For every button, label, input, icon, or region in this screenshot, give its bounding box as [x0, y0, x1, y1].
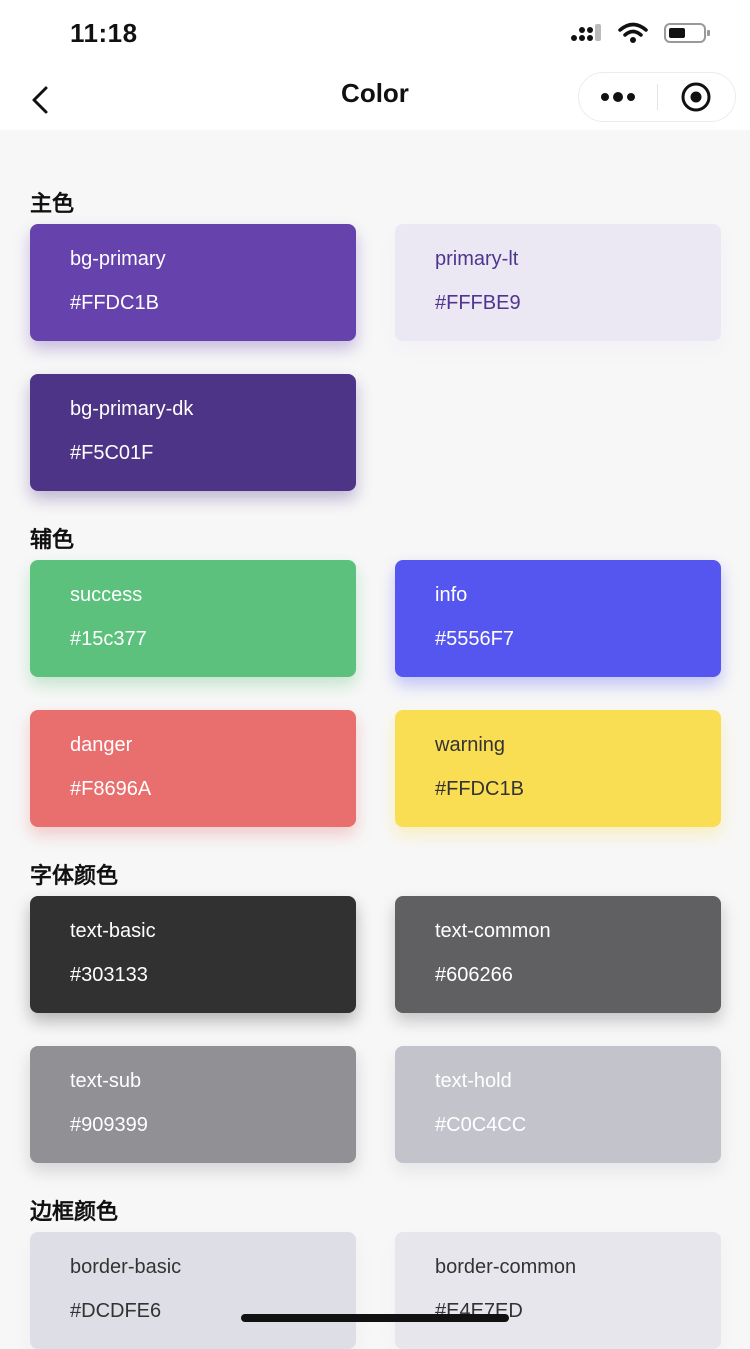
- color-card[interactable]: bg-primary #FFDC1B: [30, 224, 356, 341]
- color-card[interactable]: border-common #E4E7ED: [395, 1232, 721, 1349]
- color-card[interactable]: bg-primary-dk #F5C01F: [30, 374, 356, 491]
- color-name: bg-primary: [70, 248, 166, 270]
- color-name: text-basic: [70, 920, 156, 942]
- color-name: text-common: [435, 920, 551, 942]
- color-name: text-hold: [435, 1070, 512, 1092]
- color-card[interactable]: primary-lt #FFFBE9: [395, 224, 721, 341]
- status-bar: 11:18: [0, 0, 750, 68]
- color-code: #F5C01F: [70, 442, 154, 464]
- color-name: text-sub: [70, 1070, 142, 1092]
- color-card[interactable]: border-basic #DCDFE6: [30, 1232, 356, 1349]
- navigation-bar: Color: [0, 68, 750, 130]
- home-indicator: [241, 1314, 509, 1322]
- color-code: #606266: [435, 964, 513, 986]
- color-code: #C0C4CC: [435, 1114, 527, 1136]
- more-button[interactable]: [579, 73, 657, 121]
- color-card[interactable]: danger #F8696A: [30, 710, 356, 827]
- section-title-secondary: 辅色: [30, 528, 75, 553]
- battery-icon: [664, 23, 710, 43]
- color-name: danger: [70, 734, 133, 756]
- color-card[interactable]: text-basic #303133: [30, 896, 356, 1013]
- color-code: #FFFBE9: [435, 292, 521, 314]
- section-title-primary: 主色: [30, 192, 75, 217]
- color-code: #15c377: [70, 628, 147, 650]
- wifi-icon: [618, 22, 648, 43]
- target-circle-icon: [681, 82, 711, 112]
- color-code: #5556F7: [435, 628, 514, 650]
- more-dots-icon: [600, 92, 635, 102]
- color-card[interactable]: text-sub #909399: [30, 1046, 356, 1163]
- color-name: success: [70, 584, 143, 606]
- color-code: #DCDFE6: [70, 1300, 162, 1322]
- color-name: primary-lt: [435, 248, 519, 270]
- color-card[interactable]: info #5556F7: [395, 560, 721, 677]
- color-name: warning: [435, 734, 506, 756]
- color-card[interactable]: text-common #606266: [395, 896, 721, 1013]
- mini-program-capsule: [578, 72, 736, 122]
- color-code: #303133: [70, 964, 148, 986]
- section-title-border-colors: 边框颜色: [30, 1200, 119, 1225]
- color-code: #909399: [70, 1114, 148, 1136]
- color-code: #FFDC1B: [70, 292, 159, 314]
- cellular-signal-icon: [571, 24, 601, 41]
- color-code: #FFDC1B: [435, 778, 524, 800]
- close-program-button[interactable]: [658, 73, 736, 121]
- section-title-text-colors: 字体颜色: [30, 864, 119, 889]
- color-name: border-common: [435, 1256, 577, 1278]
- color-card[interactable]: success #15c377: [30, 560, 356, 677]
- color-card[interactable]: warning #FFDC1B: [395, 710, 721, 827]
- color-name: border-basic: [70, 1256, 182, 1278]
- color-code: #F8696A: [70, 778, 152, 800]
- color-name: info: [435, 584, 468, 606]
- color-card[interactable]: text-hold #C0C4CC: [395, 1046, 721, 1163]
- status-icons: [570, 22, 712, 44]
- status-time: 11:18: [70, 18, 138, 48]
- color-name: bg-primary-dk: [70, 398, 194, 420]
